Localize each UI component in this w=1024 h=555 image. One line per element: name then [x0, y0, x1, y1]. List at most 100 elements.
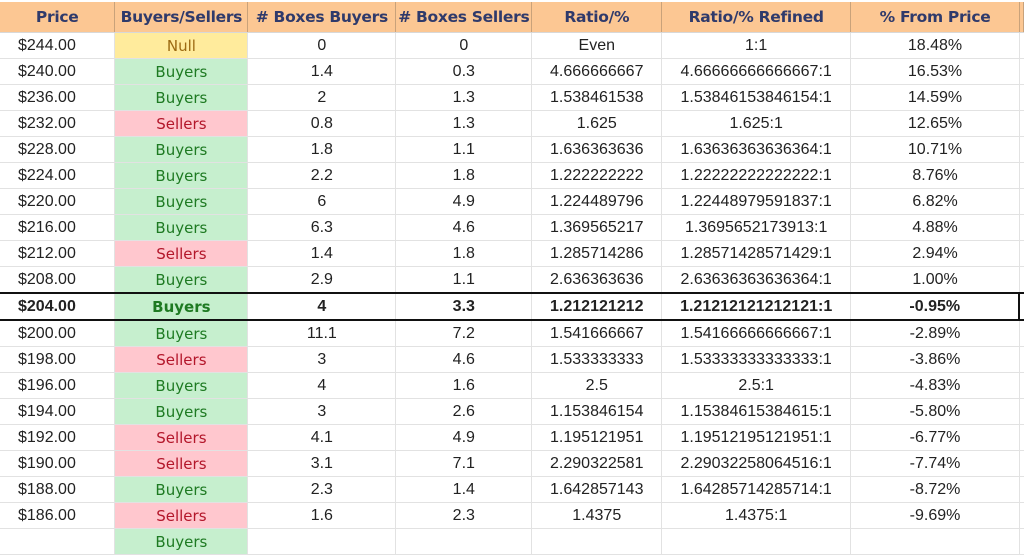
pct-from-price-cell[interactable]: 1.00%	[850, 266, 1020, 294]
boxes-sellers-cell[interactable]: 4.6	[395, 214, 533, 241]
boxes-buyers-cell[interactable]: 4.1	[247, 424, 397, 451]
pct-from-price-cell[interactable]: -0.95%	[850, 292, 1021, 321]
ratio-refined-cell[interactable]: 1.22222222222222:1	[661, 162, 852, 189]
pct-from-price-cell[interactable]: -5.80%	[850, 398, 1020, 425]
side-cell[interactable]: Sellers	[114, 450, 249, 477]
boxes-sellers-cell[interactable]: 0.3	[395, 58, 533, 85]
ratio-cell[interactable]: 2.636363636	[531, 266, 663, 294]
boxes-buyers-cell[interactable]: 6	[247, 188, 397, 215]
header-ratio[interactable]: Ratio/%	[531, 2, 663, 33]
price-cell[interactable]: $190.00	[0, 450, 116, 477]
boxes-buyers-cell[interactable]: 2	[247, 84, 397, 111]
boxes-sellers-cell[interactable]: 1.3	[395, 110, 533, 137]
side-cell[interactable]: Buyers	[114, 292, 249, 321]
price-cell[interactable]: $198.00	[0, 346, 116, 373]
side-cell[interactable]: Buyers	[114, 398, 249, 425]
ratio-refined-cell[interactable]: 1.21212121212121:1	[661, 292, 852, 321]
side-cell[interactable]: Buyers	[114, 214, 249, 241]
price-cell[interactable]: $236.00	[0, 84, 116, 111]
ratio-refined-cell[interactable]: 1.53333333333333:1	[661, 346, 852, 373]
pct-from-price-cell[interactable]: 2.94%	[850, 240, 1020, 267]
pct-from-price-cell[interactable]: -8.72%	[850, 476, 1020, 503]
boxes-sellers-cell[interactable]: 1.6	[395, 372, 533, 399]
boxes-sellers-cell[interactable]	[395, 528, 533, 555]
pct-from-price-cell[interactable]: -6.77%	[850, 424, 1020, 451]
side-cell[interactable]: Buyers	[114, 58, 249, 85]
price-cell[interactable]: $244.00	[0, 32, 116, 59]
ratio-refined-cell[interactable]: 1.63636363636364:1	[661, 136, 852, 163]
ratio-refined-cell[interactable]: 1.28571428571429:1	[661, 240, 852, 267]
ratio-refined-cell[interactable]: 1:1	[661, 32, 852, 59]
ratio-refined-cell[interactable]: 1.22448979591837:1	[661, 188, 852, 215]
boxes-sellers-cell[interactable]: 1.4	[395, 476, 533, 503]
ratio-cell[interactable]: Even	[531, 32, 663, 59]
ratio-cell[interactable]: 2.290322581	[531, 450, 663, 477]
price-cell[interactable]: $220.00	[0, 188, 116, 215]
header-buyers-sellers[interactable]: Buyers/Sellers	[114, 2, 249, 33]
boxes-sellers-cell[interactable]: 4.6	[395, 346, 533, 373]
boxes-sellers-cell[interactable]: 4.9	[395, 188, 533, 215]
ratio-refined-cell[interactable]: 1.53846153846154:1	[661, 84, 852, 111]
boxes-buyers-cell[interactable]: 1.4	[247, 240, 397, 267]
price-cell[interactable]: $196.00	[0, 372, 116, 399]
price-cell[interactable]: $188.00	[0, 476, 116, 503]
price-cell[interactable]: $212.00	[0, 240, 116, 267]
side-cell[interactable]: Sellers	[114, 424, 249, 451]
side-cell[interactable]: Buyers	[114, 372, 249, 399]
price-cell[interactable]: $194.00	[0, 398, 116, 425]
pct-from-price-cell[interactable]: -2.89%	[850, 320, 1020, 347]
side-cell[interactable]: Buyers	[114, 188, 249, 215]
boxes-buyers-cell[interactable]: 4	[247, 372, 397, 399]
ratio-refined-cell[interactable]: 2.5:1	[661, 372, 852, 399]
boxes-sellers-cell[interactable]: 1.3	[395, 84, 533, 111]
side-cell[interactable]: Buyers	[114, 320, 249, 347]
pct-from-price-cell[interactable]: 14.59%	[850, 84, 1020, 111]
side-cell[interactable]: Buyers	[114, 84, 249, 111]
pct-from-price-cell[interactable]: 8.76%	[850, 162, 1020, 189]
boxes-sellers-cell[interactable]: 3.3	[395, 292, 533, 321]
price-cell[interactable]: $200.00	[0, 320, 116, 347]
boxes-sellers-cell[interactable]: 4.9	[395, 424, 533, 451]
side-cell[interactable]: Sellers	[114, 110, 249, 137]
boxes-buyers-cell[interactable]: 11.1	[247, 320, 397, 347]
ratio-cell[interactable]	[531, 528, 663, 555]
header-boxes-sellers[interactable]: # Boxes Sellers	[395, 2, 533, 33]
boxes-sellers-cell[interactable]: 7.2	[395, 320, 533, 347]
pct-from-price-cell[interactable]: 12.65%	[850, 110, 1020, 137]
ratio-cell[interactable]: 1.212121212	[531, 292, 663, 321]
side-cell[interactable]: Sellers	[114, 346, 249, 373]
boxes-buyers-cell[interactable]: 0.8	[247, 110, 397, 137]
ratio-cell[interactable]: 1.538461538	[531, 84, 663, 111]
side-cell[interactable]: Buyers	[114, 162, 249, 189]
pct-from-price-cell[interactable]: 16.53%	[850, 58, 1020, 85]
ratio-refined-cell[interactable]: 1.3695652173913:1	[661, 214, 852, 241]
boxes-buyers-cell[interactable]: 2.3	[247, 476, 397, 503]
boxes-buyers-cell[interactable]	[247, 528, 397, 555]
side-cell[interactable]: Sellers	[114, 502, 249, 529]
header-pct-from-price[interactable]: % From Price	[850, 2, 1020, 33]
ratio-refined-cell[interactable]: 2.63636363636364:1	[661, 266, 852, 294]
pct-from-price-cell[interactable]: -4.83%	[850, 372, 1020, 399]
ratio-refined-cell[interactable]: 2.29032258064516:1	[661, 450, 852, 477]
price-cell[interactable]: $216.00	[0, 214, 116, 241]
boxes-buyers-cell[interactable]: 3.1	[247, 450, 397, 477]
pct-from-price-cell[interactable]: -3.86%	[850, 346, 1020, 373]
price-cell[interactable]: $232.00	[0, 110, 116, 137]
price-cell[interactable]	[0, 528, 116, 555]
ratio-cell[interactable]: 4.666666667	[531, 58, 663, 85]
ratio-refined-cell[interactable]: 1.64285714285714:1	[661, 476, 852, 503]
boxes-sellers-cell[interactable]: 1.1	[395, 136, 533, 163]
ratio-cell[interactable]: 1.625	[531, 110, 663, 137]
boxes-sellers-cell[interactable]: 1.1	[395, 266, 533, 294]
ratio-cell[interactable]: 1.153846154	[531, 398, 663, 425]
ratio-refined-cell[interactable]: 1.625:1	[661, 110, 852, 137]
pct-from-price-cell[interactable]	[850, 528, 1020, 555]
price-cell[interactable]: $204.00	[0, 292, 116, 321]
price-cell[interactable]: $224.00	[0, 162, 116, 189]
boxes-sellers-cell[interactable]: 0	[395, 32, 533, 59]
boxes-buyers-cell[interactable]: 1.8	[247, 136, 397, 163]
price-cell[interactable]: $186.00	[0, 502, 116, 529]
header-ratio-refined[interactable]: Ratio/% Refined	[661, 2, 852, 33]
side-cell[interactable]: Null	[114, 32, 249, 59]
side-cell[interactable]: Buyers	[114, 528, 249, 555]
